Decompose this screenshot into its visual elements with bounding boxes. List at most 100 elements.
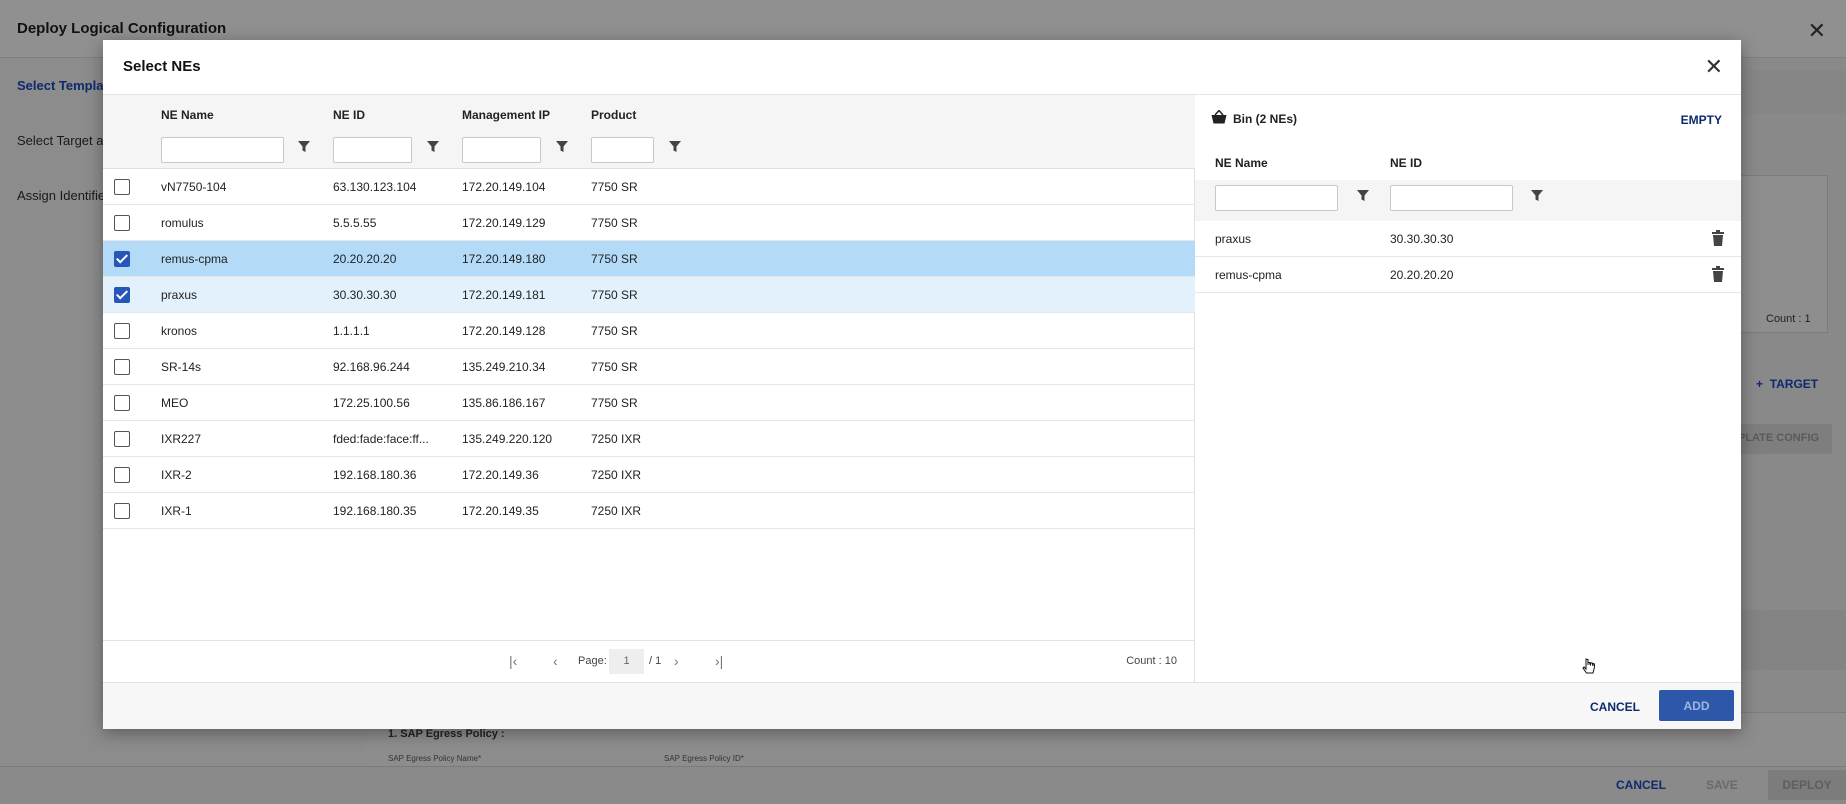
- filter-icon[interactable]: [1531, 190, 1547, 206]
- trash-icon[interactable]: [1712, 230, 1724, 246]
- table-row[interactable]: IXR227 fded:fade:face:ff... 135.249.220.12…: [103, 421, 1195, 457]
- table-row[interactable]: romulus 5.5.5.55 172.20.149.129 7750 SR: [103, 205, 1195, 241]
- cell-ne-id: 30.30.30.30: [333, 288, 397, 302]
- ne-table-header: NE Name NE ID Management IP Product: [103, 95, 1195, 169]
- table-row[interactable]: vN7750-104 63.130.123.104 172.20.149.104 77…: [103, 169, 1195, 205]
- empty-bin-button[interactable]: EMPTY: [1681, 113, 1722, 127]
- page-close-icon[interactable]: ✕: [1808, 18, 1826, 44]
- cell-ne-id: fded:fade:face:ff...: [333, 432, 429, 446]
- table-row[interactable]: kronos 1.1.1.1 172.20.149.128 7750 SR: [103, 313, 1195, 349]
- bin-filter-row: [1195, 180, 1741, 221]
- bin-ne-id-filter-input[interactable]: [1390, 185, 1513, 211]
- filter-icon[interactable]: [427, 141, 443, 157]
- cell-management-ip: 172.20.149.104: [462, 180, 546, 194]
- filter-icon[interactable]: [556, 141, 572, 157]
- last-page-icon[interactable]: ›|: [715, 653, 723, 669]
- row-checkbox[interactable]: [114, 431, 130, 447]
- table-row[interactable]: SR-14s 92.168.96.244 135.249.210.34 7750 SR: [103, 349, 1195, 385]
- cell-management-ip: 172.20.149.181: [462, 288, 546, 302]
- filter-icon[interactable]: [669, 141, 685, 157]
- management-ip-filter-input[interactable]: [462, 137, 541, 163]
- page-cancel-button[interactable]: CANCEL: [1616, 778, 1666, 792]
- cell-ne-id: 1.1.1.1: [333, 324, 370, 338]
- cell-ne-id: 192.168.180.35: [333, 504, 417, 518]
- bin-cell-ne-id: 30.30.30.30: [1390, 232, 1454, 246]
- table-row[interactable]: IXR-2 192.168.180.36 172.20.149.36 7250 IXR: [103, 457, 1195, 493]
- row-checkbox[interactable]: [114, 395, 130, 411]
- ne-table: NE Name NE ID Management IP Product vN77…: [103, 95, 1195, 682]
- cancel-button[interactable]: CANCEL: [1590, 700, 1640, 714]
- add-target-button[interactable]: + TARGET: [1756, 377, 1818, 391]
- filter-icon[interactable]: [298, 141, 314, 157]
- template-config-button[interactable]: PLATE CONFIG: [1728, 424, 1832, 454]
- page-total: / 1: [649, 655, 662, 667]
- col-product[interactable]: Product: [591, 108, 636, 122]
- col-ne-name[interactable]: NE Name: [161, 108, 214, 122]
- sap-field-name-label: SAP Egress Policy Name*: [388, 754, 482, 763]
- add-button[interactable]: ADD: [1659, 690, 1734, 721]
- bin-col-ne-id[interactable]: NE ID: [1390, 156, 1422, 170]
- pagination: |‹ ‹ Page: 1 / 1 › ›| Count : 10: [103, 640, 1195, 682]
- next-page-icon[interactable]: ›: [674, 653, 679, 669]
- cell-ne-name: romulus: [161, 216, 204, 230]
- select-nes-dialog: Select NEs ✕ NE Name NE ID Management IP…: [103, 40, 1741, 729]
- cell-management-ip: 135.249.220.120: [462, 432, 553, 446]
- step-select-template[interactable]: Select Template: [17, 78, 115, 93]
- cell-ne-id: 5.5.5.55: [333, 216, 377, 230]
- row-checkbox[interactable]: [114, 323, 130, 339]
- product-filter-input[interactable]: [591, 137, 654, 163]
- step-select-target[interactable]: Select Target an: [17, 133, 111, 148]
- ne-name-filter-input[interactable]: [161, 137, 284, 163]
- cell-ne-name: SR-14s: [161, 360, 202, 374]
- table-row[interactable]: praxus 30.30.30.30 172.20.149.181 7750 SR: [103, 277, 1195, 313]
- cell-ne-id: 20.20.20.20: [333, 252, 397, 266]
- first-page-icon[interactable]: |‹: [509, 653, 517, 669]
- page-deploy-button[interactable]: DEPLOY: [1768, 770, 1846, 800]
- cell-ne-name: praxus: [161, 288, 198, 302]
- cell-ne-id: 192.168.180.36: [333, 468, 417, 482]
- mouse-cursor-icon: [1582, 658, 1596, 679]
- cell-product: 7750 SR: [591, 360, 638, 374]
- cell-product: 7750 SR: [591, 216, 638, 230]
- cell-product: 7250 IXR: [591, 468, 642, 482]
- row-checkbox[interactable]: [114, 467, 130, 483]
- dialog-title: Select NEs: [123, 58, 201, 75]
- ne-id-filter-input[interactable]: [333, 137, 412, 163]
- row-checkbox[interactable]: [114, 179, 130, 195]
- page-title: Deploy Logical Configuration: [17, 20, 227, 37]
- col-management-ip[interactable]: Management IP: [462, 108, 550, 122]
- cell-product: 7750 SR: [591, 396, 638, 410]
- row-checkbox[interactable]: [114, 359, 130, 375]
- cell-ne-name: IXR-2: [161, 468, 192, 482]
- cell-product: 7250 IXR: [591, 504, 642, 518]
- row-checkbox[interactable]: [114, 287, 130, 303]
- filter-icon[interactable]: [1357, 190, 1373, 206]
- table-row[interactable]: remus-cpma 20.20.20.20 172.20.149.180 7750 …: [103, 241, 1195, 277]
- cell-product: 7250 IXR: [591, 432, 642, 446]
- page-save-button[interactable]: SAVE: [1706, 778, 1738, 792]
- cell-ne-id: 172.25.100.56: [333, 396, 410, 410]
- sap-field-id-label: SAP Egress Policy ID*: [664, 754, 744, 763]
- row-checkbox[interactable]: [114, 503, 130, 519]
- cell-management-ip: 135.249.210.34: [462, 360, 546, 374]
- step-assign-identifier[interactable]: Assign Identifier: [17, 188, 110, 203]
- row-checkbox[interactable]: [114, 215, 130, 231]
- prev-page-icon[interactable]: ‹: [553, 653, 558, 669]
- dialog-header: Select NEs ✕: [103, 40, 1741, 95]
- trash-icon[interactable]: [1712, 266, 1724, 282]
- cell-ne-name: remus-cpma: [161, 252, 228, 266]
- cell-ne-name: IXR227: [161, 432, 202, 446]
- bin-col-ne-name[interactable]: NE Name: [1215, 156, 1268, 170]
- close-icon[interactable]: ✕: [1705, 56, 1723, 78]
- cell-management-ip: 172.20.149.180: [462, 252, 546, 266]
- row-checkbox[interactable]: [114, 251, 130, 267]
- basket-icon: [1211, 109, 1227, 127]
- bin-ne-name-filter-input[interactable]: [1215, 185, 1338, 211]
- page-input[interactable]: 1: [609, 649, 644, 674]
- table-row[interactable]: IXR-1 192.168.180.35 172.20.149.35 7250 IXR: [103, 493, 1195, 529]
- cell-product: 7750 SR: [591, 288, 638, 302]
- col-ne-id[interactable]: NE ID: [333, 108, 365, 122]
- table-row[interactable]: MEO 172.25.100.56 135.86.186.167 7750 SR: [103, 385, 1195, 421]
- bin-title-label: Bin (2 NEs): [1233, 111, 1298, 126]
- bin-cell-ne-name: remus-cpma: [1215, 268, 1282, 282]
